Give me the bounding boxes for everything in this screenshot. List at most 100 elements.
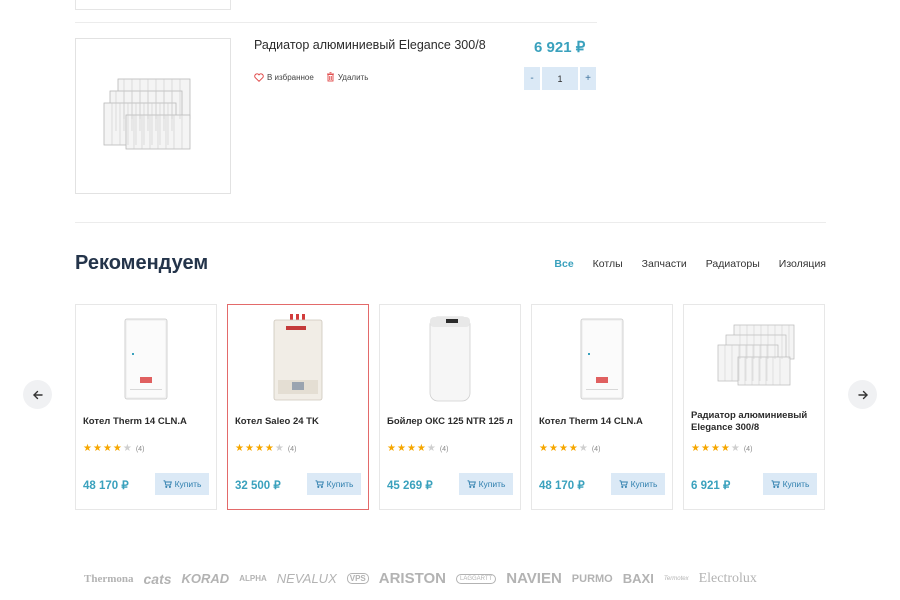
star-icon: ★ <box>92 443 102 454</box>
star-icon: ★ <box>548 443 558 454</box>
brand-logo[interactable]: Termotex <box>664 576 689 582</box>
brand-logo[interactable]: Electrolux <box>699 571 757 587</box>
buy-button[interactable]: Купить <box>155 473 209 495</box>
product-card[interactable]: Бойлер ОКС 125 NTR 125 л ★ ★ ★ ★ ★ (4) 45 26… <box>379 304 521 510</box>
filter-radiators[interactable]: Радиаторы <box>706 258 760 270</box>
product-image[interactable] <box>380 313 520 405</box>
product-rating: ★ ★ ★ ★ ★ (4) <box>691 444 752 454</box>
star-icon: ★ <box>235 443 244 454</box>
delete-item-button[interactable]: Удалить <box>326 72 369 82</box>
product-price: 32 500 ₽ <box>235 480 281 492</box>
rating-count: (4) <box>591 445 601 453</box>
buy-button[interactable]: Купить <box>307 473 361 495</box>
product-card[interactable]: Котел Therm 14 CLN.A ★ ★ ★ ★ ★ (4) 48 170 ₽ … <box>531 304 673 510</box>
product-card[interactable]: Котел Therm 14 CLN.A ★ ★ ★ ★ ★ (4) 48 170 ₽ … <box>75 304 217 510</box>
buy-label: Купить <box>326 479 354 489</box>
section-divider <box>75 222 826 223</box>
buy-button[interactable]: Купить <box>459 473 513 495</box>
star-icon: ★ <box>406 443 416 454</box>
brand-logo[interactable]: BAXI <box>623 571 654 586</box>
brand-logo[interactable]: VPS <box>346 573 369 584</box>
category-filters: Все Котлы Запчасти Радиаторы Изоляция <box>554 258 826 270</box>
star-icon: ★ <box>244 443 254 454</box>
add-to-favorites-button[interactable]: В избранное <box>254 72 314 82</box>
star-icon: ★ <box>568 443 578 454</box>
cart-icon <box>771 480 780 488</box>
star-icon: ★ <box>83 443 92 454</box>
gas-boiler-image <box>273 314 323 401</box>
product-name[interactable]: Котел Therm 14 CLN.A <box>539 416 671 428</box>
rating-count: (4) <box>287 445 297 453</box>
product-carousel: Котел Therm 14 CLN.A ★ ★ ★ ★ ★ (4) 48 170 ₽ … <box>75 304 825 510</box>
filter-boilers[interactable]: Котлы <box>593 258 623 270</box>
delete-label: Удалить <box>337 72 369 82</box>
product-image[interactable] <box>532 313 672 405</box>
product-image[interactable] <box>684 313 824 405</box>
star-icon: ★ <box>539 443 548 454</box>
product-price: 48 170 ₽ <box>83 480 129 492</box>
product-image[interactable] <box>228 313 368 405</box>
product-name[interactable]: Радиатор алюминиевый Elegance 300/8 <box>691 410 823 434</box>
star-icon: ★ <box>122 443 132 454</box>
cart-icon <box>619 480 628 488</box>
product-name[interactable]: Котел Saleo 24 TK <box>235 416 367 428</box>
carousel-next-button[interactable] <box>848 380 877 409</box>
product-rating: ★ ★ ★ ★ ★ (4) <box>235 444 296 454</box>
star-icon: ★ <box>264 443 274 454</box>
product-rating: ★ ★ ★ ★ ★ (4) <box>387 444 448 454</box>
brand-logo[interactable]: ALPHA <box>239 574 267 583</box>
product-price: 45 269 ₽ <box>387 480 433 492</box>
star-icon: ★ <box>700 443 710 454</box>
brand-logo[interactable]: Thermona <box>84 573 134 585</box>
brand-logo[interactable]: ARISTON <box>379 570 446 587</box>
product-rating: ★ ★ ★ ★ ★ (4) <box>83 444 144 454</box>
star-icon: ★ <box>112 443 122 454</box>
product-image[interactable] <box>76 313 216 405</box>
quantity-value[interactable]: 1 <box>542 67 578 90</box>
quantity-increase-button[interactable]: + <box>580 67 596 90</box>
brand-logo[interactable]: KORAD <box>182 571 230 586</box>
quantity-stepper: - 1 + <box>524 67 596 90</box>
quantity-decrease-button[interactable]: - <box>524 67 540 90</box>
arrow-left-icon <box>32 390 43 399</box>
star-icon: ★ <box>416 443 426 454</box>
product-name[interactable]: Котел Therm 14 CLN.A <box>83 416 215 428</box>
carousel-prev-button[interactable] <box>23 380 52 409</box>
star-icon: ★ <box>710 443 720 454</box>
star-icon: ★ <box>720 443 730 454</box>
star-icon: ★ <box>387 443 396 454</box>
star-icon: ★ <box>578 443 588 454</box>
star-icon: ★ <box>102 443 112 454</box>
filter-spare-parts[interactable]: Запчасти <box>642 258 687 270</box>
filter-insulation[interactable]: Изоляция <box>779 258 826 270</box>
product-card[interactable]: Радиатор алюминиевый Elegance 300/8 ★ ★ ★ ★… <box>683 304 825 510</box>
brand-logo[interactable]: LAGGARTT <box>456 573 497 584</box>
heart-icon <box>254 72 264 82</box>
radiator-image <box>103 78 191 150</box>
filter-all[interactable]: Все <box>554 258 573 270</box>
gas-boiler-image <box>124 318 168 400</box>
cart-item-title[interactable]: Радиатор алюминиевый Elegance 300/8 <box>254 38 486 52</box>
buy-button[interactable]: Купить <box>611 473 665 495</box>
cart-row-divider <box>75 22 597 23</box>
favorites-label: В избранное <box>267 72 314 82</box>
cart-item-image[interactable] <box>75 38 231 194</box>
star-icon: ★ <box>426 443 436 454</box>
product-rating: ★ ★ ★ ★ ★ (4) <box>539 444 600 454</box>
cart-item-price: 6 921 ₽ <box>534 39 586 56</box>
product-name[interactable]: Бойлер ОКС 125 NTR 125 л <box>387 416 519 428</box>
buy-button[interactable]: Купить <box>763 473 817 495</box>
arrow-right-icon <box>857 390 868 399</box>
brand-logo[interactable]: NEVALUX <box>277 571 337 586</box>
brand-logo[interactable]: NAVIEN <box>506 570 562 587</box>
product-card[interactable]: Котел Saleo 24 TK ★ ★ ★ ★ ★ (4) 32 500 ₽ Куп… <box>227 304 369 510</box>
buy-label: Купить <box>478 479 506 489</box>
buy-label: Купить <box>174 479 202 489</box>
rating-count: (4) <box>743 445 753 453</box>
gas-boiler-image <box>580 318 624 400</box>
star-icon: ★ <box>254 443 264 454</box>
brand-logo[interactable]: PURMO <box>572 573 613 585</box>
cart-item-actions: В избранное Удалить <box>254 72 368 82</box>
brand-logo[interactable]: cats <box>144 571 172 587</box>
rating-count: (4) <box>135 445 145 453</box>
